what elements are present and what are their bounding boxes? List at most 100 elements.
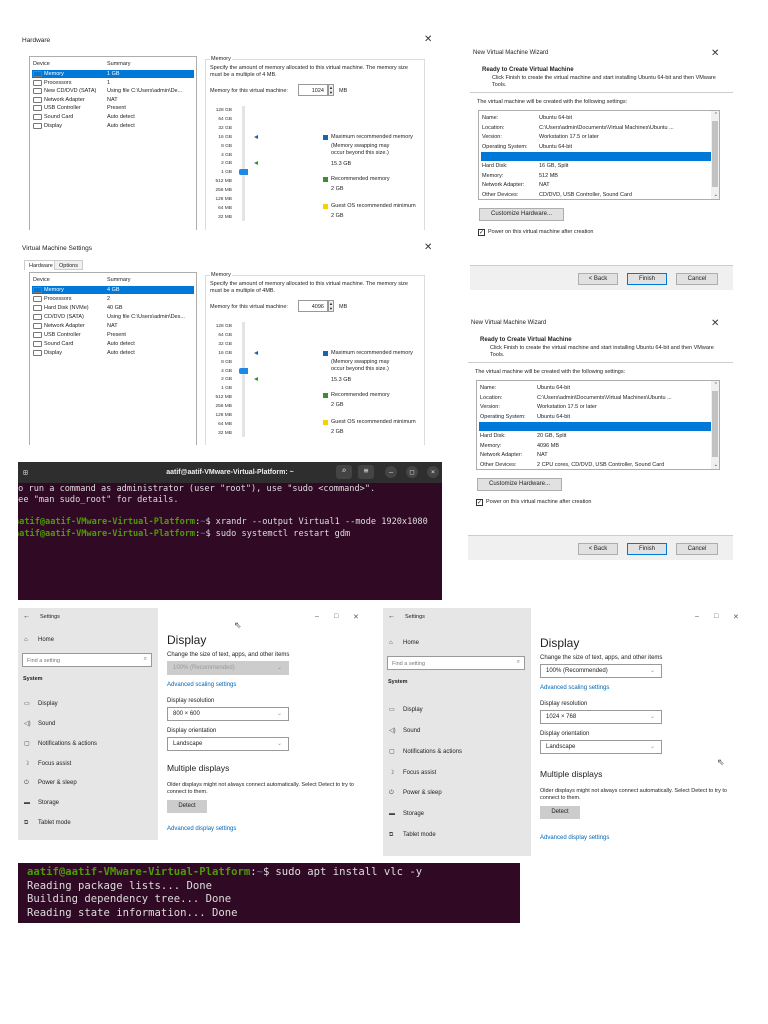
tab-hardware[interactable]: Hardware: [24, 260, 58, 270]
device-row[interactable]: Hard Disk (NVMe) 40 GB: [32, 304, 194, 312]
device-name: Sound Card: [44, 341, 74, 347]
maximize-button[interactable]: □: [714, 613, 718, 620]
tab-options[interactable]: Options: [54, 260, 83, 270]
orientation-dropdown[interactable]: Landscape ⌄: [167, 737, 289, 751]
scale-label: Change the size of text, apps, and other…: [540, 655, 663, 661]
maximize-button[interactable]: □: [334, 613, 338, 620]
device-name: New CD/DVD (SATA): [44, 88, 97, 95]
terminal-output-line: Building dependency tree... Done: [27, 893, 232, 905]
power-on-checkbox[interactable]: ✓: [478, 229, 485, 236]
device-row[interactable]: Memory 1 GB: [32, 70, 194, 78]
scale-dropdown[interactable]: 100% (Recommended) ⌄: [540, 664, 662, 678]
memory-spinner[interactable]: ▲ ▼: [328, 300, 334, 312]
nav-home[interactable]: ⌂ Home: [24, 637, 54, 643]
nav-item-display[interactable]: ▭ Display: [24, 700, 58, 707]
scrollbar-thumb[interactable]: [712, 121, 718, 187]
nav-item-power[interactable]: ⏻ Power & sleep: [24, 780, 77, 787]
close-button[interactable]: ✕: [424, 35, 432, 45]
customize-hardware-button[interactable]: Customize Hardware...: [479, 208, 564, 221]
device-row[interactable]: New CD/DVD (SATA) Using file C:\Users\adm…: [32, 87, 194, 95]
nav-item-storage[interactable]: ▬ Storage: [389, 811, 424, 817]
nav-item-power[interactable]: ⏻ Power & sleep: [389, 790, 442, 797]
finish-button[interactable]: Finish: [627, 543, 667, 555]
memory-spinner[interactable]: ▲ ▼: [328, 84, 334, 96]
search-input[interactable]: Find a setting ⌕: [387, 656, 525, 670]
device-row[interactable]: Network Adapter NAT: [32, 322, 194, 330]
device-icon: [33, 114, 42, 120]
nav-home[interactable]: ⌂ Home: [389, 640, 419, 646]
nav-label: Notifications & actions: [403, 749, 463, 755]
search-icon[interactable]: ⌕: [336, 465, 352, 479]
device-row[interactable]: Network Adapter NAT: [32, 96, 194, 104]
advanced-display-link[interactable]: Advanced display settings: [540, 835, 609, 841]
nav-item-sound[interactable]: ◁) Sound: [24, 720, 55, 727]
device-column-header: Device: [33, 61, 50, 67]
memory-slider-thumb[interactable]: [239, 367, 248, 374]
minimize-button[interactable]: –: [695, 613, 699, 620]
detect-button[interactable]: Detect: [167, 800, 207, 813]
advanced-scaling-link[interactable]: Advanced scaling settings: [540, 685, 609, 691]
minimize-button[interactable]: –: [385, 466, 397, 478]
orientation-dropdown[interactable]: Landscape ⌄: [540, 740, 662, 754]
device-row[interactable]: Sound Card Auto detect: [32, 113, 194, 121]
device-row[interactable]: CD/DVD (SATA) Using file C:\Users\admin\D…: [32, 313, 194, 321]
device-row[interactable]: Memory 4 GB: [32, 286, 194, 294]
memory-scale-tick: 16 GB: [218, 350, 232, 356]
nav-item-storage[interactable]: ▬ Storage: [24, 800, 59, 806]
setting-value: NAT: [539, 182, 550, 189]
back-arrow-icon[interactable]: ←: [23, 613, 30, 620]
display-icon: ▭: [24, 701, 30, 707]
nav-item-focus[interactable]: ☽ Focus assist: [24, 760, 71, 767]
nav-item-sound[interactable]: ◁) Sound: [389, 727, 420, 734]
advanced-display-link[interactable]: Advanced display settings: [167, 826, 236, 832]
search-input[interactable]: Find a setting ⌕: [22, 653, 152, 667]
back-button[interactable]: < Back: [578, 273, 618, 285]
device-row[interactable]: USB Controller Present: [32, 104, 194, 112]
power-on-checkbox[interactable]: ✓: [476, 499, 483, 506]
device-icon: [33, 96, 42, 103]
nav-item-notifications[interactable]: ▢ Notifications & actions: [24, 740, 97, 747]
nav-item-tablet[interactable]: ⧉ Tablet mode: [389, 832, 436, 839]
close-button[interactable]: ✕: [711, 319, 719, 329]
close-button[interactable]: ✕: [733, 613, 739, 621]
memory-slider-track[interactable]: [242, 106, 245, 221]
device-row[interactable]: Display Auto detect: [32, 122, 194, 130]
close-button[interactable]: ✕: [353, 613, 359, 621]
close-button[interactable]: ✕: [424, 243, 432, 253]
settings-summary-list: Name: Ubuntu 64-bit Location: C:\Users\admi…: [478, 110, 720, 200]
device-row[interactable]: Sound Card Auto detect: [32, 340, 194, 348]
detect-button[interactable]: Detect: [540, 806, 580, 819]
cancel-button[interactable]: Cancel: [676, 273, 718, 285]
customize-hardware-button[interactable]: Customize Hardware...: [477, 478, 562, 491]
close-button[interactable]: ×: [427, 466, 439, 478]
device-column-header: Device: [33, 277, 50, 283]
menu-icon[interactable]: ≡: [358, 465, 374, 479]
memory-scale-tick: 32 GB: [218, 341, 232, 347]
advanced-scaling-link[interactable]: Advanced scaling settings: [167, 682, 236, 688]
scrollbar-thumb[interactable]: [712, 391, 718, 457]
close-button[interactable]: ✕: [711, 49, 719, 59]
resolution-dropdown[interactable]: 1024 × 768 ⌄: [540, 710, 662, 724]
chevron-down-icon: ⌄: [649, 744, 655, 750]
memory-slider-track[interactable]: [242, 322, 245, 437]
nav-item-display[interactable]: ▭ Display: [389, 706, 423, 713]
nav-item-focus[interactable]: ☽ Focus assist: [389, 769, 436, 776]
device-row[interactable]: Display Auto detect: [32, 349, 194, 357]
nav-item-tablet[interactable]: ⧉ Tablet mode: [24, 820, 71, 827]
memory-scale-tick: 128 MB: [215, 413, 232, 418]
finish-button[interactable]: Finish: [627, 273, 667, 285]
nav-item-notifications[interactable]: ▢ Notifications & actions: [389, 748, 462, 755]
device-row[interactable]: Processors 1: [32, 79, 194, 87]
back-button[interactable]: < Back: [578, 543, 618, 555]
device-row[interactable]: USB Controller Present: [32, 331, 194, 339]
memory-input[interactable]: 1024: [298, 84, 328, 96]
device-row[interactable]: Processors 2: [32, 295, 194, 303]
minimize-button[interactable]: –: [315, 613, 319, 620]
back-arrow-icon[interactable]: ←: [388, 613, 395, 620]
resolution-dropdown[interactable]: 800 × 600 ⌄: [167, 707, 289, 721]
memory-input[interactable]: 4096: [298, 300, 328, 312]
maximize-button[interactable]: □: [406, 466, 418, 478]
memory-slider-thumb[interactable]: [239, 169, 248, 176]
cancel-button[interactable]: Cancel: [676, 543, 718, 555]
scale-dropdown[interactable]: 100% (Recommended) ⌄: [167, 661, 289, 675]
